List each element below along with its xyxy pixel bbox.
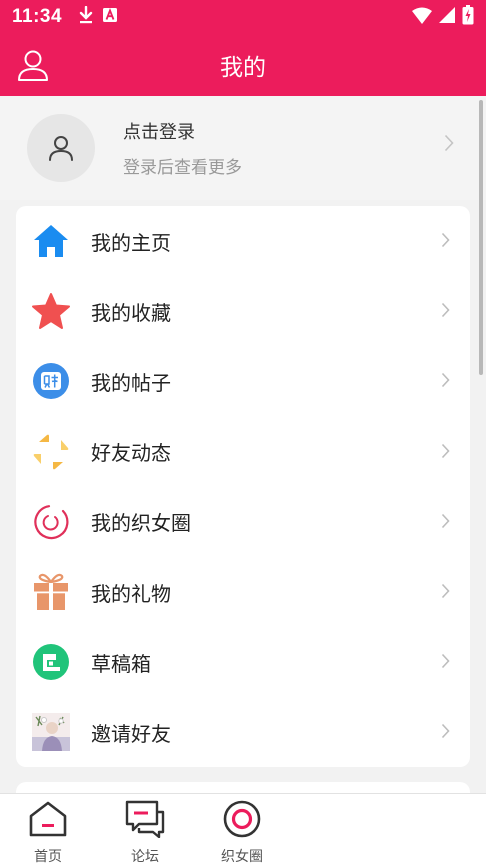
chevron-right-icon <box>441 232 450 252</box>
menu-item-friend-feed[interactable]: 好友动态 <box>16 417 470 487</box>
menu-item-label: 好友动态 <box>91 441 171 466</box>
a-badge-icon <box>102 7 118 27</box>
home-icon <box>31 221 71 261</box>
menu-item-label: 我的织女圈 <box>91 511 191 536</box>
menu-item-drafts[interactable]: 草稿箱 <box>16 627 470 697</box>
avatar-user-icon <box>49 136 73 161</box>
forum-chat-icon <box>125 800 165 842</box>
login-title[interactable]: 点击登录 <box>123 118 242 144</box>
gift-icon <box>31 572 71 612</box>
status-bar: 11:34 <box>0 0 486 34</box>
download-icon <box>78 5 94 28</box>
chevron-right-icon <box>444 134 454 156</box>
house-icon <box>28 800 68 842</box>
target-circle-icon <box>222 800 262 842</box>
status-time: 11:34 <box>12 6 63 27</box>
menu-item-label: 我的收藏 <box>91 300 171 325</box>
menu-item-label: 我的帖子 <box>91 370 171 395</box>
page-title: 我的 <box>220 55 266 81</box>
menu-item-label: 我的礼物 <box>91 581 171 606</box>
menu-item-invite[interactable]: 邀请好友 <box>16 697 470 767</box>
tab-home[interactable]: 首页 <box>16 800 80 864</box>
menu-item-label: 邀请好友 <box>91 721 171 746</box>
star-icon <box>31 291 71 331</box>
chevron-right-icon <box>441 653 450 673</box>
avatar[interactable] <box>27 114 95 182</box>
tab-label: 论坛 <box>131 849 159 864</box>
chevron-right-icon <box>441 302 450 322</box>
wifi-icon <box>412 7 432 28</box>
circle-ring-icon <box>31 502 71 542</box>
battery-charging-icon <box>462 5 474 29</box>
menu-item-posts[interactable]: 我的帖子 <box>16 346 470 416</box>
menu-card: 我的主页 我的收藏 我的帖子 好友动态 我的织女圈 我的礼物 草稿箱 邀请好友 <box>16 206 470 767</box>
signal-icon <box>438 6 456 28</box>
login-subtitle: 登录后查看更多 <box>123 158 242 178</box>
post-tag-icon <box>31 361 71 401</box>
menu-item-favorites[interactable]: 我的收藏 <box>16 276 470 346</box>
tab-label: 织女圈 <box>221 849 263 864</box>
invite-photo-icon <box>31 712 71 752</box>
menu-item-label: 草稿箱 <box>91 651 151 676</box>
chevron-right-icon <box>441 723 450 743</box>
login-panel[interactable]: 点击登录 登录后查看更多 <box>0 96 486 200</box>
tab-label: 首页 <box>34 849 62 864</box>
menu-item-gifts[interactable]: 我的礼物 <box>16 557 470 627</box>
scrollbar[interactable] <box>479 100 483 375</box>
menu-item-homepage[interactable]: 我的主页 <box>16 206 470 276</box>
chevron-right-icon <box>441 513 450 533</box>
menu-item-circle[interactable]: 我的织女圈 <box>16 487 470 557</box>
chevron-right-icon <box>441 583 450 603</box>
pinwheel-icon <box>31 432 71 472</box>
user-outline-icon[interactable] <box>16 48 50 82</box>
draft-box-icon <box>31 642 71 682</box>
bottom-nav: 首页 论坛 织女圈 <box>0 793 486 864</box>
chevron-right-icon <box>441 372 450 392</box>
tab-forum[interactable]: 论坛 <box>113 800 177 864</box>
tab-circle[interactable]: 织女圈 <box>210 800 274 864</box>
menu-item-label: 我的主页 <box>91 230 171 255</box>
chevron-right-icon <box>441 443 450 463</box>
app-bar: 我的 <box>0 34 486 96</box>
